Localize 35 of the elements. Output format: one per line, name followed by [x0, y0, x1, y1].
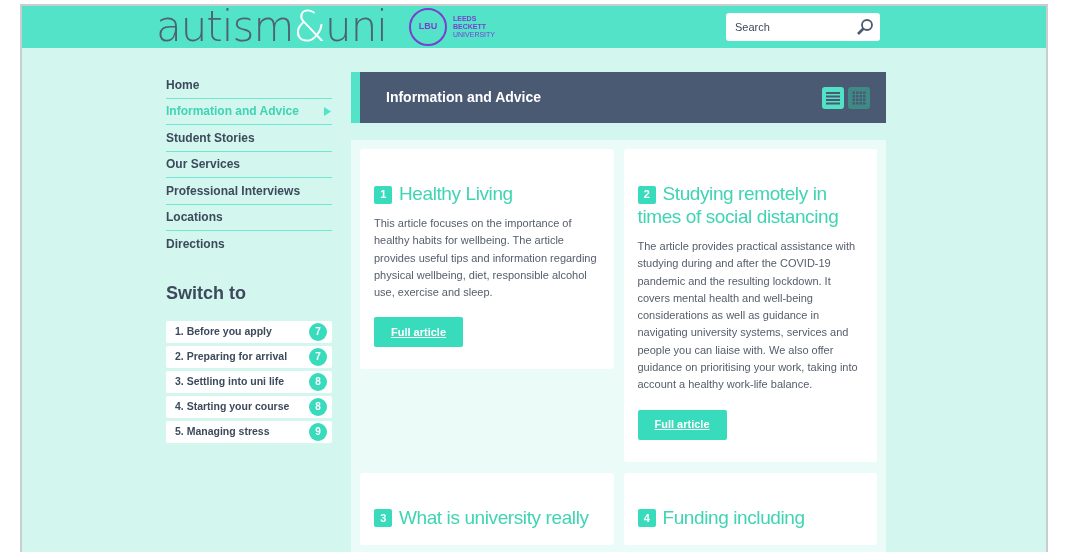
count-badge: 7 — [309, 322, 327, 341]
stage-link[interactable]: 5. Managing stress 9 — [166, 420, 332, 443]
article-summary: This article focuses on the importance of healthy habits for wellbeing. The article provides useful tips and information regarding physical wellbeing, diet, responsible alcohol use, exercise and sleep. — [374, 216, 598, 301]
site-logo[interactable]: autism&uni — [156, 6, 387, 48]
count-badge: 8 — [309, 397, 327, 416]
search-icon[interactable] — [856, 18, 874, 36]
nav-link[interactable]: Professional Interviews — [166, 178, 332, 205]
stage-link[interactable]: 2. Preparing for arrival 7 — [166, 345, 332, 368]
stage-link[interactable]: 1. Before you apply 7 — [166, 320, 332, 343]
search-field[interactable]: Search — [726, 13, 880, 41]
stage-label: 4. Starting your course — [175, 398, 290, 414]
switch-to-heading: Switch to — [166, 281, 247, 305]
article-title: 4 Funding including — [637, 505, 863, 529]
article-title: 3 What is university really — [374, 505, 600, 529]
stage-label: 2. Preparing for arrival — [175, 348, 288, 364]
count-badge: 7 — [309, 347, 327, 366]
count-badge: 8 — [309, 372, 327, 391]
article-title: 2 Studying remotely in times of social distancing — [637, 182, 840, 228]
nav-link[interactable]: Home — [166, 72, 332, 99]
stage-label: 1. Before you apply — [175, 323, 272, 339]
section-title: Information and Advice — [386, 88, 542, 107]
article-summary: The article provides practical assistance with studying during and after the COVID-19 pandemic and the resulting lockdown. It covers mental health and well-being considerations as well as guidance in navigating university systems, services and people you can liaise with. We also offer guidance on prioritising your work, taking into account a healthy work-life balance. — [637, 239, 859, 393]
nav-link[interactable]: Our Services — [166, 151, 332, 178]
nav-link[interactable]: Student Stories — [166, 125, 332, 152]
stage-link[interactable]: 3. Settling into uni life 8 — [166, 370, 332, 393]
nav-link[interactable]: Directions — [166, 231, 332, 258]
stage-link[interactable]: 4. Starting your course 8 — [166, 395, 332, 418]
stage-label: 3. Settling into uni life — [175, 373, 285, 389]
article-title: 1 Healthy Living — [374, 182, 600, 205]
stage-label: 5. Managing stress — [175, 423, 270, 439]
list-view-button[interactable] — [822, 86, 844, 109]
triangle-icon — [324, 106, 331, 116]
count-badge: 9 — [309, 422, 327, 441]
emblem-text: LBU — [418, 20, 438, 34]
nav-link[interactable]: Locations — [166, 204, 332, 231]
